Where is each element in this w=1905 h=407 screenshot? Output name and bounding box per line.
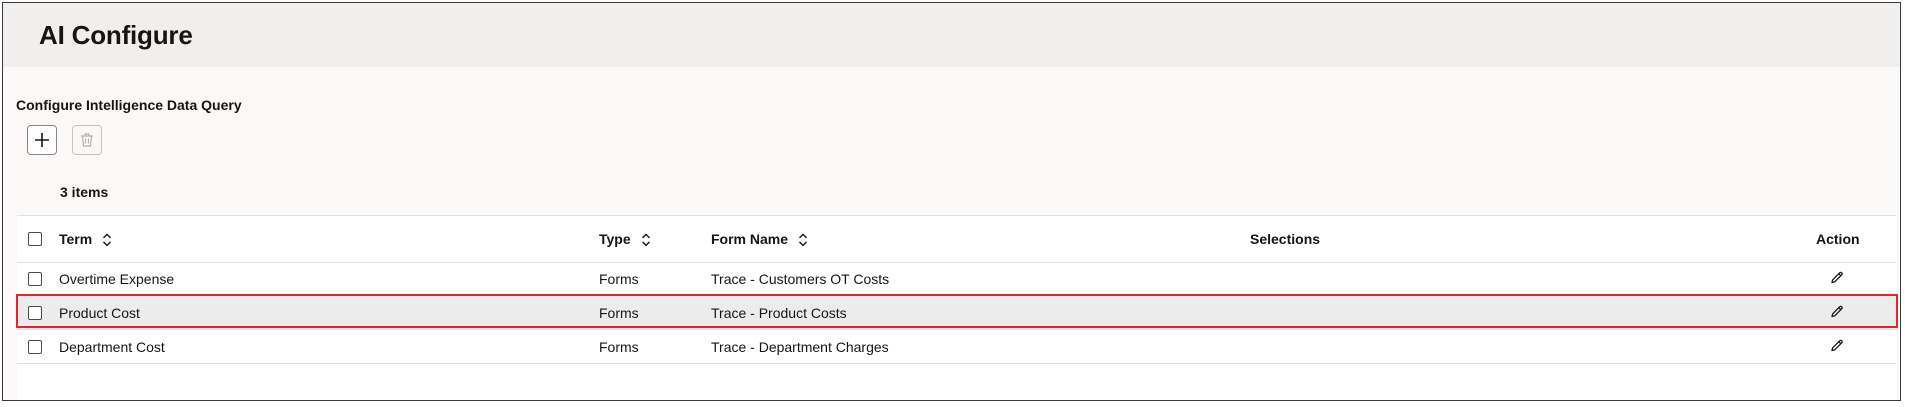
cell-form-name: Trace - Customers OT Costs [711,271,890,287]
pencil-icon [1831,339,1843,351]
cell-term: Product Cost [59,304,140,321]
cell-form-name: Trace - Product Costs [711,304,847,321]
table-row[interactable]: Department Cost Forms Trace - Department… [17,330,1896,364]
add-button[interactable] [27,125,57,155]
delete-button[interactable] [72,125,102,155]
column-header-type-label: Type [599,230,631,247]
column-header-type[interactable]: Type [599,231,651,247]
plus-icon [35,133,49,147]
cell-term: Department Cost [59,338,165,355]
cell-type: Forms [599,338,639,355]
row-checkbox[interactable] [28,305,42,320]
edit-button[interactable] [1830,304,1844,321]
page-header: AI Configure [3,3,1900,67]
sort-icon[interactable] [798,233,808,247]
pencil-icon [1831,305,1843,317]
sort-icon[interactable] [641,233,651,247]
sort-icon[interactable] [102,233,112,247]
cell-form-name: Trace - Department Charges [711,338,889,355]
cell-type: Forms [599,304,639,321]
column-header-selections: Selections [1250,231,1321,247]
row-checkbox[interactable] [28,339,42,354]
column-header-action: Action [1816,231,1860,247]
pencil-icon [1831,271,1843,284]
select-all-checkbox[interactable] [28,232,42,246]
cell-term: Overtime Expense [59,271,175,287]
trash-icon [81,133,93,147]
edit-button[interactable] [1830,271,1844,288]
table-row[interactable]: Overtime Expense Forms Trace - Customers… [17,263,1896,296]
section-title: Configure Intelligence Data Query [16,97,242,113]
column-header-term[interactable]: Term [59,231,112,247]
toolbar [27,125,102,155]
cell-type: Forms [599,271,639,287]
table-header-row: Term Type Form Name Selections Action [17,216,1896,263]
data-table: Term Type Form Name Selections Action Ov… [17,215,1896,400]
column-header-form-name[interactable]: Form Name [711,231,808,247]
column-header-form-name-label: Form Name [711,230,789,247]
table-row[interactable]: Product Cost Forms Trace - Product Costs [17,296,1896,330]
items-count: 3 items [60,184,109,200]
column-header-term-label: Term [59,230,93,247]
edit-button[interactable] [1830,338,1844,355]
page-title: AI Configure [39,19,193,50]
row-checkbox[interactable] [28,272,42,286]
